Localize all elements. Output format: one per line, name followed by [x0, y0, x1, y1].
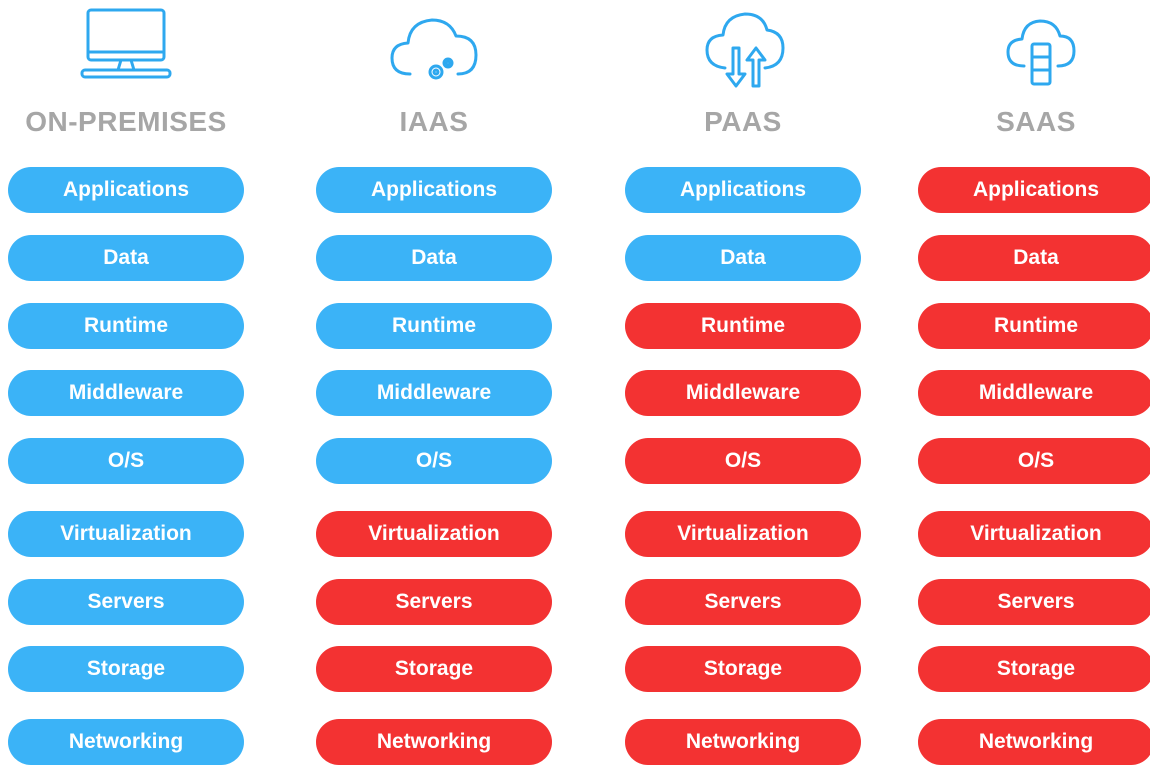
layer-applications-pill: Applications: [625, 167, 861, 213]
layer-applications-pill: Applications: [316, 167, 552, 213]
layer-storage-pill: Storage: [625, 646, 861, 692]
layer-runtime-pill: Runtime: [316, 303, 552, 349]
column-paas: PAAS Applications Data Runtime Middleware O/…: [625, 0, 861, 765]
layer-virtualization-pill: Virtualization: [316, 511, 552, 557]
layer-applications-pill: Applications: [918, 167, 1150, 213]
layer-storage-pill: Storage: [316, 646, 552, 692]
layer-virtualization-pill: Virtualization: [625, 511, 861, 557]
layer-runtime-pill: Runtime: [625, 303, 861, 349]
layer-servers-pill: Servers: [625, 579, 861, 625]
cloud-arrows-icon: [683, 8, 803, 88]
column-title: SAAS: [996, 106, 1076, 137]
layer-servers-pill: Servers: [918, 579, 1150, 625]
column-title: PAAS: [704, 106, 782, 137]
layer-o-s-pill: O/S: [316, 438, 552, 484]
layer-networking-pill: Networking: [316, 719, 552, 765]
column-title: IAAS: [399, 106, 469, 137]
layer-o-s-pill: O/S: [625, 438, 861, 484]
column-saas: SAAS Applications Data Runtime Middleware O/…: [918, 0, 1150, 765]
layer-networking-pill: Networking: [625, 719, 861, 765]
column-title: ON-PREMISES: [25, 106, 227, 137]
layer-data-pill: Data: [625, 235, 861, 281]
layer-middleware-pill: Middleware: [625, 370, 861, 416]
cloud-gears-icon: [374, 8, 494, 88]
layer-runtime-pill: Runtime: [8, 303, 244, 349]
layer-storage-pill: Storage: [918, 646, 1150, 692]
layer-middleware-pill: Middleware: [918, 370, 1150, 416]
cloud-server-icon: [976, 8, 1096, 88]
layer-o-s-pill: O/S: [918, 438, 1150, 484]
layer-runtime-pill: Runtime: [918, 303, 1150, 349]
layer-data-pill: Data: [316, 235, 552, 281]
layer-applications-pill: Applications: [8, 167, 244, 213]
layer-o-s-pill: O/S: [8, 438, 244, 484]
column-iaas: IAAS Applications Data Runtime Middleware O/…: [316, 0, 552, 765]
layer-networking-pill: Networking: [8, 719, 244, 765]
column-on-premises: ON-PREMISES Applications Data Runtime Middl…: [8, 0, 244, 765]
monitor-icon: [66, 8, 186, 88]
layer-virtualization-pill: Virtualization: [8, 511, 244, 557]
layer-middleware-pill: Middleware: [316, 370, 552, 416]
layer-data-pill: Data: [918, 235, 1150, 281]
layer-networking-pill: Networking: [918, 719, 1150, 765]
layer-servers-pill: Servers: [8, 579, 244, 625]
layer-middleware-pill: Middleware: [8, 370, 244, 416]
layer-virtualization-pill: Virtualization: [918, 511, 1150, 557]
layer-servers-pill: Servers: [316, 579, 552, 625]
layer-storage-pill: Storage: [8, 646, 244, 692]
layer-data-pill: Data: [8, 235, 244, 281]
